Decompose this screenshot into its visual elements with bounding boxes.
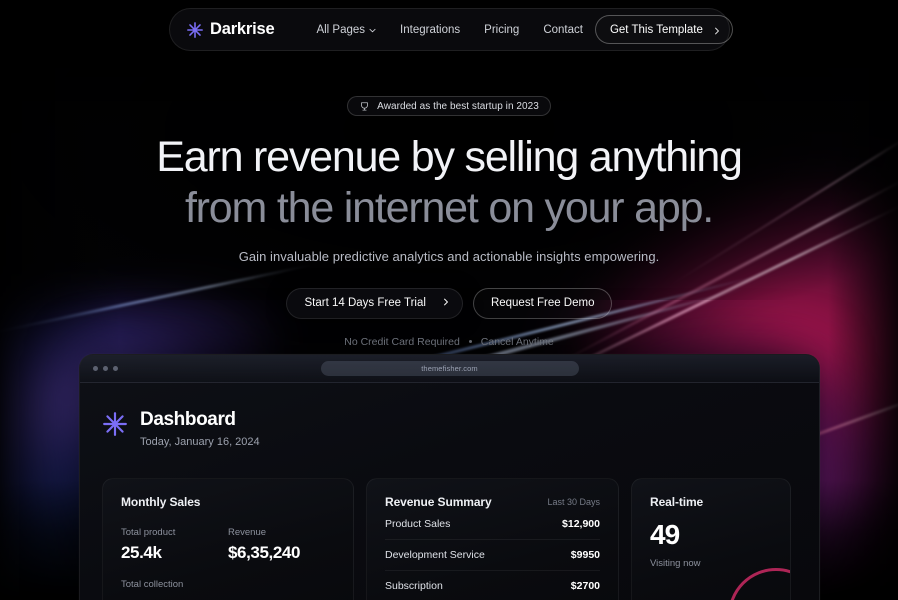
nav-link-integrations[interactable]: Integrations <box>388 18 472 42</box>
chevron-down-icon <box>369 25 376 33</box>
nav-link-contact[interactable]: Contact <box>531 18 595 42</box>
revenue-summary-period: Last 30 Days <box>547 497 600 507</box>
star-burst-icon <box>186 21 204 39</box>
hero-section: Awarded as the best startup in 2023 Earn… <box>0 96 898 348</box>
window-maximize-dot[interactable] <box>113 366 118 371</box>
revenue-row-name: Subscription <box>385 580 443 592</box>
dashboard-header: Dashboard Today, January 16, 2024 <box>102 409 797 448</box>
realtime-card: Real-time 49 Visiting now <box>631 478 791 600</box>
meta-no-credit-card: No Credit Card Required <box>344 335 460 348</box>
dashboard-header-text: Dashboard Today, January 16, 2024 <box>140 409 260 448</box>
brand-logo[interactable]: Darkrise <box>186 20 275 39</box>
headline-line-1: Earn revenue by selling anything <box>156 132 743 181</box>
main-navbar: Darkrise All Pages Integrations Pricing … <box>169 8 733 51</box>
monthly-sales-kpis: Total product 25.4k Revenue $6,35,240 <box>121 527 335 563</box>
chevron-right-icon <box>713 26 721 34</box>
hero-button-row: Start 14 Days Free Trial Request Free De… <box>0 287 898 319</box>
dashboard-browser-window: themefisher.com Dashboard Today, January… <box>79 354 820 600</box>
nav-link-label: Contact <box>543 23 583 36</box>
award-badge: Awarded as the best startup in 2023 <box>347 96 551 116</box>
monthly-sales-title: Monthly Sales <box>121 495 201 509</box>
browser-url-text: themefisher.com <box>421 364 478 373</box>
request-free-demo-button[interactable]: Request Free Demo <box>472 287 613 319</box>
revenue-summary-title: Revenue Summary <box>385 495 492 509</box>
kpi-total-product: Total product 25.4k <box>121 527 228 563</box>
browser-url-bar[interactable]: themefisher.com <box>320 361 579 376</box>
revenue-row-name: Development Service <box>385 549 485 561</box>
secondary-button-label: Request Free Demo <box>490 297 595 309</box>
browser-titlebar: themefisher.com <box>80 355 819 383</box>
nav-link-label: All Pages <box>316 23 366 36</box>
kpi-label: Total product <box>121 527 176 538</box>
table-row: Development Service $9950 <box>385 540 600 571</box>
revenue-summary-header: Revenue Summary Last 30 Days <box>385 495 600 509</box>
monthly-sales-card: Monthly Sales Total product 25.4k Revenu… <box>102 478 354 600</box>
brand-name: Darkrise <box>210 20 275 38</box>
revenue-row-amount: $12,900 <box>562 518 600 530</box>
hero-subtitle: Gain invaluable predictive analytics and… <box>238 248 660 264</box>
revenue-row-name: Product Sales <box>385 518 451 530</box>
nav-links: All Pages Integrations Pricing Contact <box>304 18 595 42</box>
award-badge-text: Awarded as the best startup in 2023 <box>377 100 539 112</box>
page-root: Darkrise All Pages Integrations Pricing … <box>0 0 898 600</box>
realtime-label: Visiting now <box>650 558 701 569</box>
table-row: Product Sales $12,900 <box>385 509 600 540</box>
nav-link-label: Integrations <box>400 23 461 36</box>
nav-link-all-pages[interactable]: All Pages <box>304 18 388 42</box>
headline-line-2: from the internet on your app. <box>184 183 714 232</box>
total-collection-label: Total collection <box>121 579 184 590</box>
dashboard-title: Dashboard <box>140 409 236 430</box>
dashboard-cards: Monthly Sales Total product 25.4k Revenu… <box>102 478 797 600</box>
realtime-decorative-arc <box>728 568 790 600</box>
trophy-icon <box>359 101 370 112</box>
window-minimize-dot[interactable] <box>103 366 108 371</box>
nav-link-label: Pricing <box>484 23 520 36</box>
kpi-value: 25.4k <box>121 543 162 562</box>
kpi-value: $6,35,240 <box>228 543 301 562</box>
revenue-row-amount: $2700 <box>570 580 600 592</box>
revenue-summary-card: Revenue Summary Last 30 Days Product Sal… <box>366 478 619 600</box>
dashboard-date: Today, January 16, 2024 <box>140 436 260 448</box>
cta-label: Get This Template <box>609 23 703 36</box>
star-burst-icon <box>102 411 128 437</box>
revenue-row-amount: $9950 <box>570 549 600 561</box>
chevron-right-icon <box>442 297 450 309</box>
nav-link-pricing[interactable]: Pricing <box>472 18 531 42</box>
get-this-template-button[interactable]: Get This Template <box>594 15 733 44</box>
realtime-title: Real-time <box>650 495 704 509</box>
hero-meta: No Credit Card Required Cancel Anytime <box>0 336 898 348</box>
traffic-light-buttons <box>93 366 118 371</box>
table-row: Subscription $2700 <box>385 571 600 600</box>
window-close-dot[interactable] <box>93 366 98 371</box>
kpi-revenue: Revenue $6,35,240 <box>228 527 335 563</box>
realtime-value: 49 <box>650 519 680 550</box>
kpi-label: Revenue <box>228 527 267 538</box>
meta-cancel-anytime: Cancel Anytime <box>480 335 554 348</box>
meta-separator-dot <box>468 340 472 343</box>
primary-button-label: Start 14 Days Free Trial <box>304 297 426 309</box>
start-free-trial-button[interactable]: Start 14 Days Free Trial <box>285 287 463 319</box>
dashboard-body: Dashboard Today, January 16, 2024 Monthl… <box>80 383 819 600</box>
page-title: Earn revenue by selling anything from th… <box>0 132 898 232</box>
